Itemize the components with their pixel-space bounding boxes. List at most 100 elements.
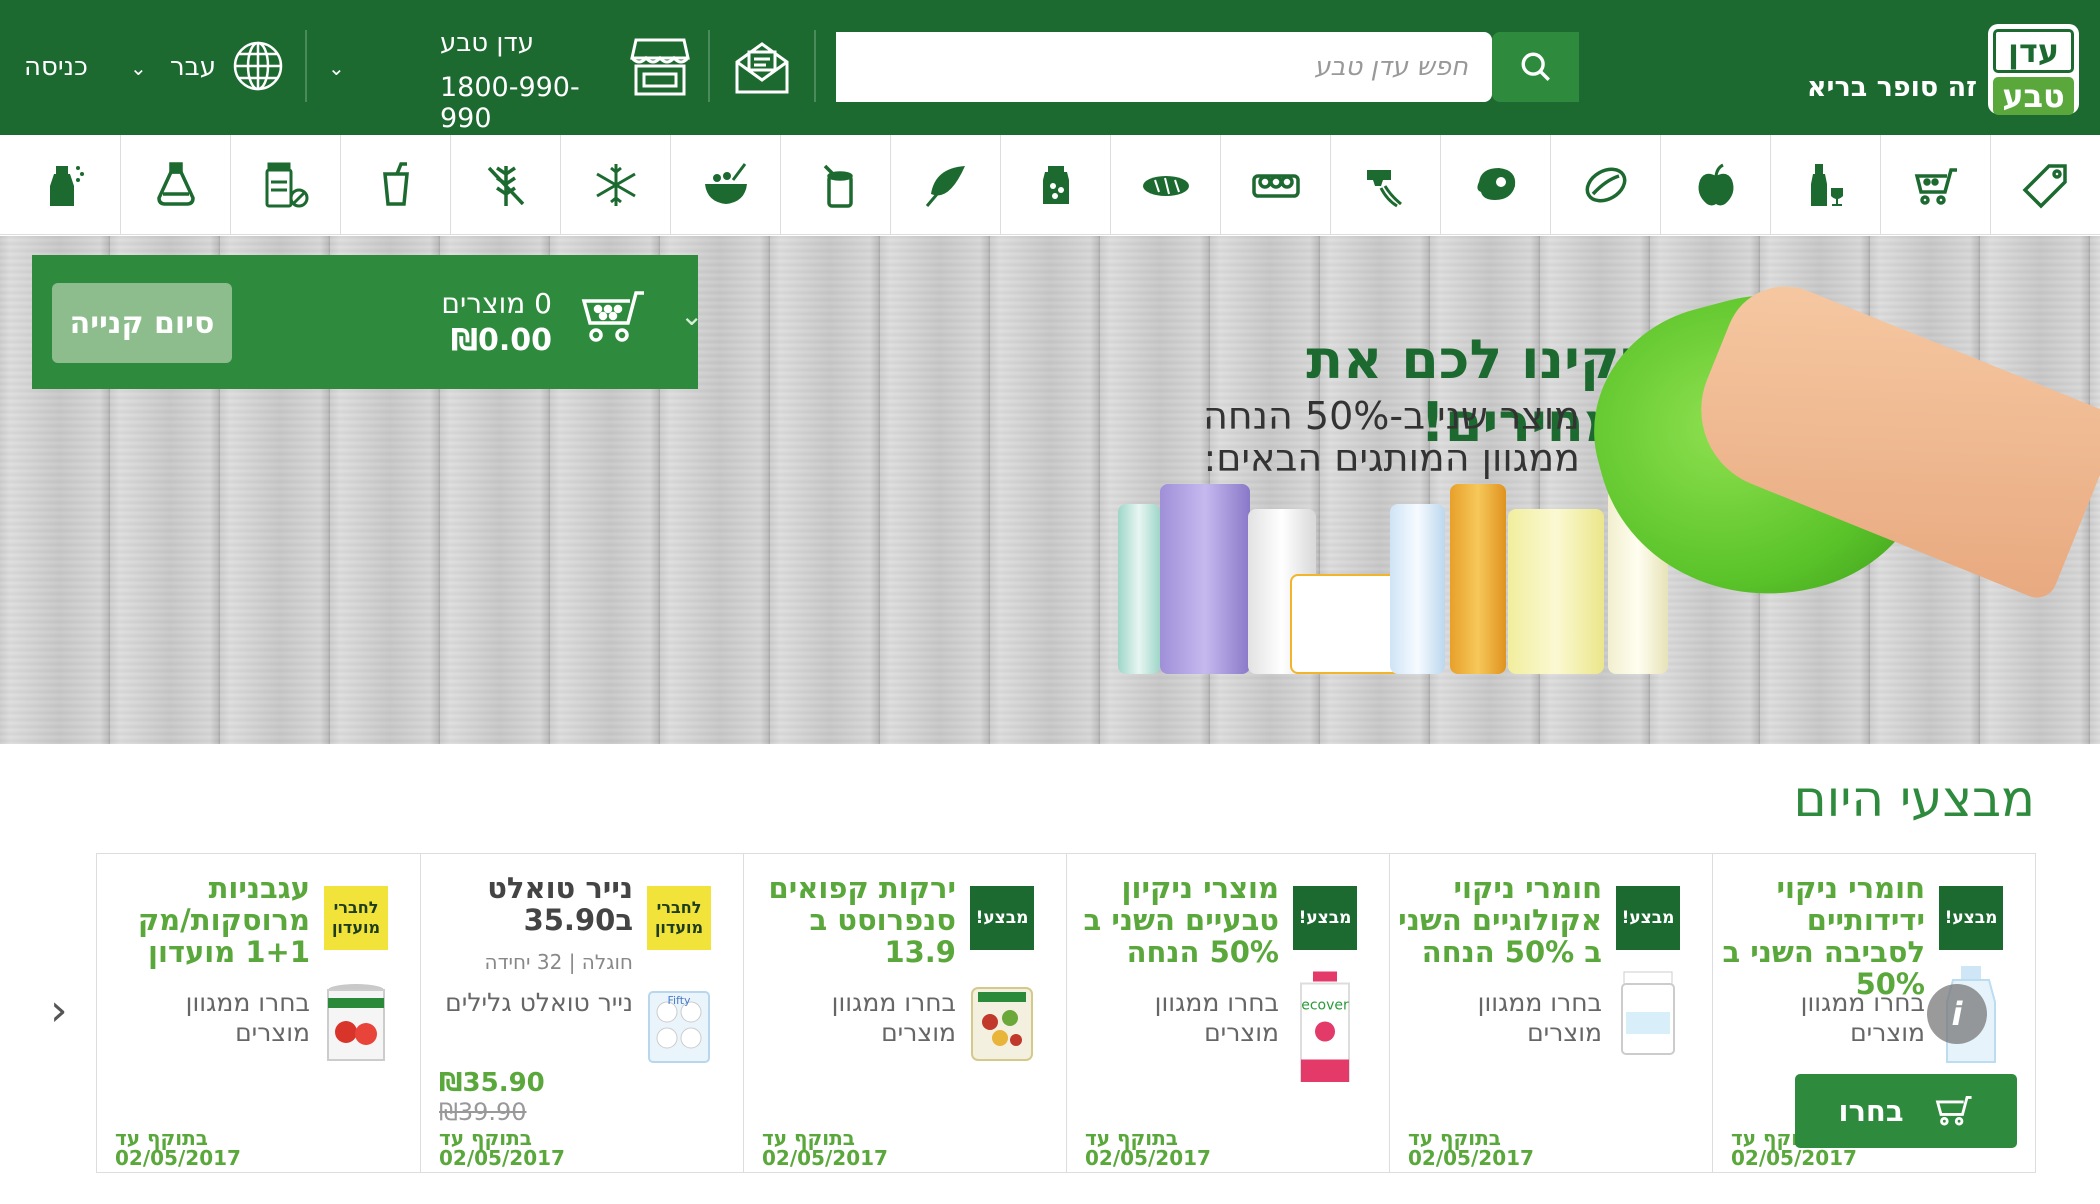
product-bottle [1160,484,1250,674]
product-bottle [1118,504,1160,674]
cart-count: 0 מוצרים [441,287,552,320]
tagline: זה סופר בריא [1806,72,1977,103]
category-supplements[interactable] [230,135,340,235]
choose-label: בחרו [1838,1094,1904,1128]
deal-description: בחרו ממגוון מוצרים [1800,988,1925,1047]
deal-card[interactable]: מבצע! ecover מוצרי ניקיון טבעיים השני ב … [1066,854,1389,1172]
mixer-icon [1366,170,1402,208]
wheat-off-icon [487,166,524,206]
language-selector[interactable]: עבר [170,52,216,82]
wine-icon [1810,164,1843,206]
deal-description: בחרו ממגוון מוצרים [1154,988,1279,1047]
cart-icon [1935,1095,1972,1126]
category-drinks[interactable] [340,135,450,235]
deal-price: ₪35.90 [439,1068,545,1098]
category-frozen[interactable] [560,135,670,235]
category-cosmetics[interactable] [120,135,230,235]
product-bottle [1508,509,1604,674]
category-wine[interactable] [1770,135,1880,235]
carousel-prev-arrow[interactable]: ‹ [50,985,68,1036]
deal-title: חומרי ניקוי ידידותיים לסביבה השני ב 50% [1722,871,1925,1001]
product-bottle [1390,504,1445,674]
snowflake-icon [595,164,636,206]
logo-top: עדן [1993,29,2074,73]
logo[interactable]: עדן טבע זה סופר בריא [1807,24,2079,115]
divider [708,30,710,102]
deal-card[interactable]: לחברי מועדון Fifty נייר טואלט ב35.90 חוג… [420,854,743,1172]
category-organic[interactable] [890,135,1000,235]
category-sale[interactable] [1990,135,2100,235]
category-nuts[interactable] [1550,135,1660,235]
deal-description: בחרו ממגוון מוצרים [831,988,956,1047]
mail-icon[interactable] [733,40,791,96]
basket-icon [1914,168,1957,205]
bread-icon [1142,176,1189,196]
category-jams[interactable] [1000,135,1110,235]
deal-card[interactable]: מבצע! ירקות קפואים סנפרוסט ב 13.9 בחרו מ… [743,854,1066,1172]
cart-widget: ⌄ 0 מוצרים ₪0.00 סיום קנייה [32,255,703,389]
deal-card[interactable]: מבצע! חומרי ניקוי ידידותיים לסביבה השני … [1712,854,2035,1172]
login-link[interactable]: כניסה [24,52,88,82]
product-image: Fifty [648,991,710,1063]
store-info[interactable]: עדן טבע 1800-990-990 [440,28,620,134]
category-shopping[interactable] [1880,135,1990,235]
globe-icon[interactable] [232,40,284,92]
steak-icon [1476,168,1515,200]
deal-description: נייר טואלט גלילים [445,988,633,1017]
deal-title: חומרי ניקוי אקולוגיים השני ב 50% הנחה [1398,871,1602,969]
category-cleaning[interactable] [10,135,120,235]
deal-title: ירקות קפואים סנפרוסט ב 13.9 [768,871,956,969]
deal-card[interactable]: מבצע! חומרי ניקוי אקולוגיים השני ב 50% ה… [1389,854,1712,1172]
svg-text:ecover: ecover [1301,998,1349,1014]
flask-icon [156,162,195,206]
search-button[interactable] [1492,32,1579,102]
jam-icon [1042,166,1069,204]
store-name: עדן טבע [440,28,534,58]
deal-description: בחרו ממגוון מוצרים [1477,988,1602,1047]
chevron-down-icon[interactable]: ⌄ [130,56,147,80]
sale-badge: מבצע! [970,886,1034,950]
cart-total: ₪0.00 [450,323,552,358]
search-bar [836,32,1579,102]
deal-validity: בתוקף עד 02/05/2017 [115,1126,241,1170]
logo-bottom: טבע [1993,77,2074,115]
info-icon[interactable]: i [1927,984,1987,1044]
category-eggs[interactable] [1220,135,1330,235]
product-image [1621,971,1675,1055]
deal-old-price: ₪39.90 [439,1098,527,1126]
spray-icon [50,166,84,206]
deals-carousel: מבצע! חומרי ניקוי ידידותיים לסביבה השני … [96,853,2036,1173]
category-canned[interactable] [780,135,890,235]
chevron-down-icon[interactable]: ⌄ [328,56,345,80]
search-icon [1521,52,1550,81]
search-input[interactable] [836,32,1492,102]
banner-subtitle-2: ממגוון המותגים הבאים: [1203,436,1580,480]
checkout-button[interactable]: סיום קנייה [52,283,232,363]
header: עדן טבע זה סופר בריא עדן טבע 1800-990-99… [0,0,2100,135]
cup-icon [382,162,409,206]
category-bread[interactable] [1110,135,1220,235]
product-image [327,984,385,1061]
sale-badge: מבצע! [1939,886,2003,950]
category-meat[interactable] [1440,135,1550,235]
club-badge: לחברי מועדון [647,886,711,950]
category-gluten-free[interactable] [450,135,560,235]
deal-validity: בתוקף עד 02/05/2017 [762,1126,888,1170]
choose-button[interactable]: בחרו [1795,1074,2017,1148]
product-image [971,987,1033,1061]
apple-icon [1698,163,1733,206]
deal-validity: בתוקף עד 02/05/2017 [1085,1126,1211,1170]
category-breakfast[interactable] [670,135,780,235]
category-baking[interactable] [1330,135,1440,235]
deal-title: מוצרי ניקיון טבעיים השני ב 50% הנחה [1083,871,1279,969]
sale-badge: מבצע! [1616,886,1680,950]
store-icon[interactable] [630,36,690,98]
deal-meta: חוגלה | 32 יחידה [484,950,633,974]
leaf-icon [925,166,965,207]
sale-badge: מבצע! [1293,886,1357,950]
chevron-down-icon[interactable]: ⌄ [680,299,703,332]
category-fruit[interactable] [1660,135,1770,235]
deal-card[interactable]: לחברי מועדון עגבניות מרוסקות/מק 1+1 מועד… [97,854,420,1172]
category-nav [0,135,2100,235]
product-image: ecover [1300,971,1350,1082]
